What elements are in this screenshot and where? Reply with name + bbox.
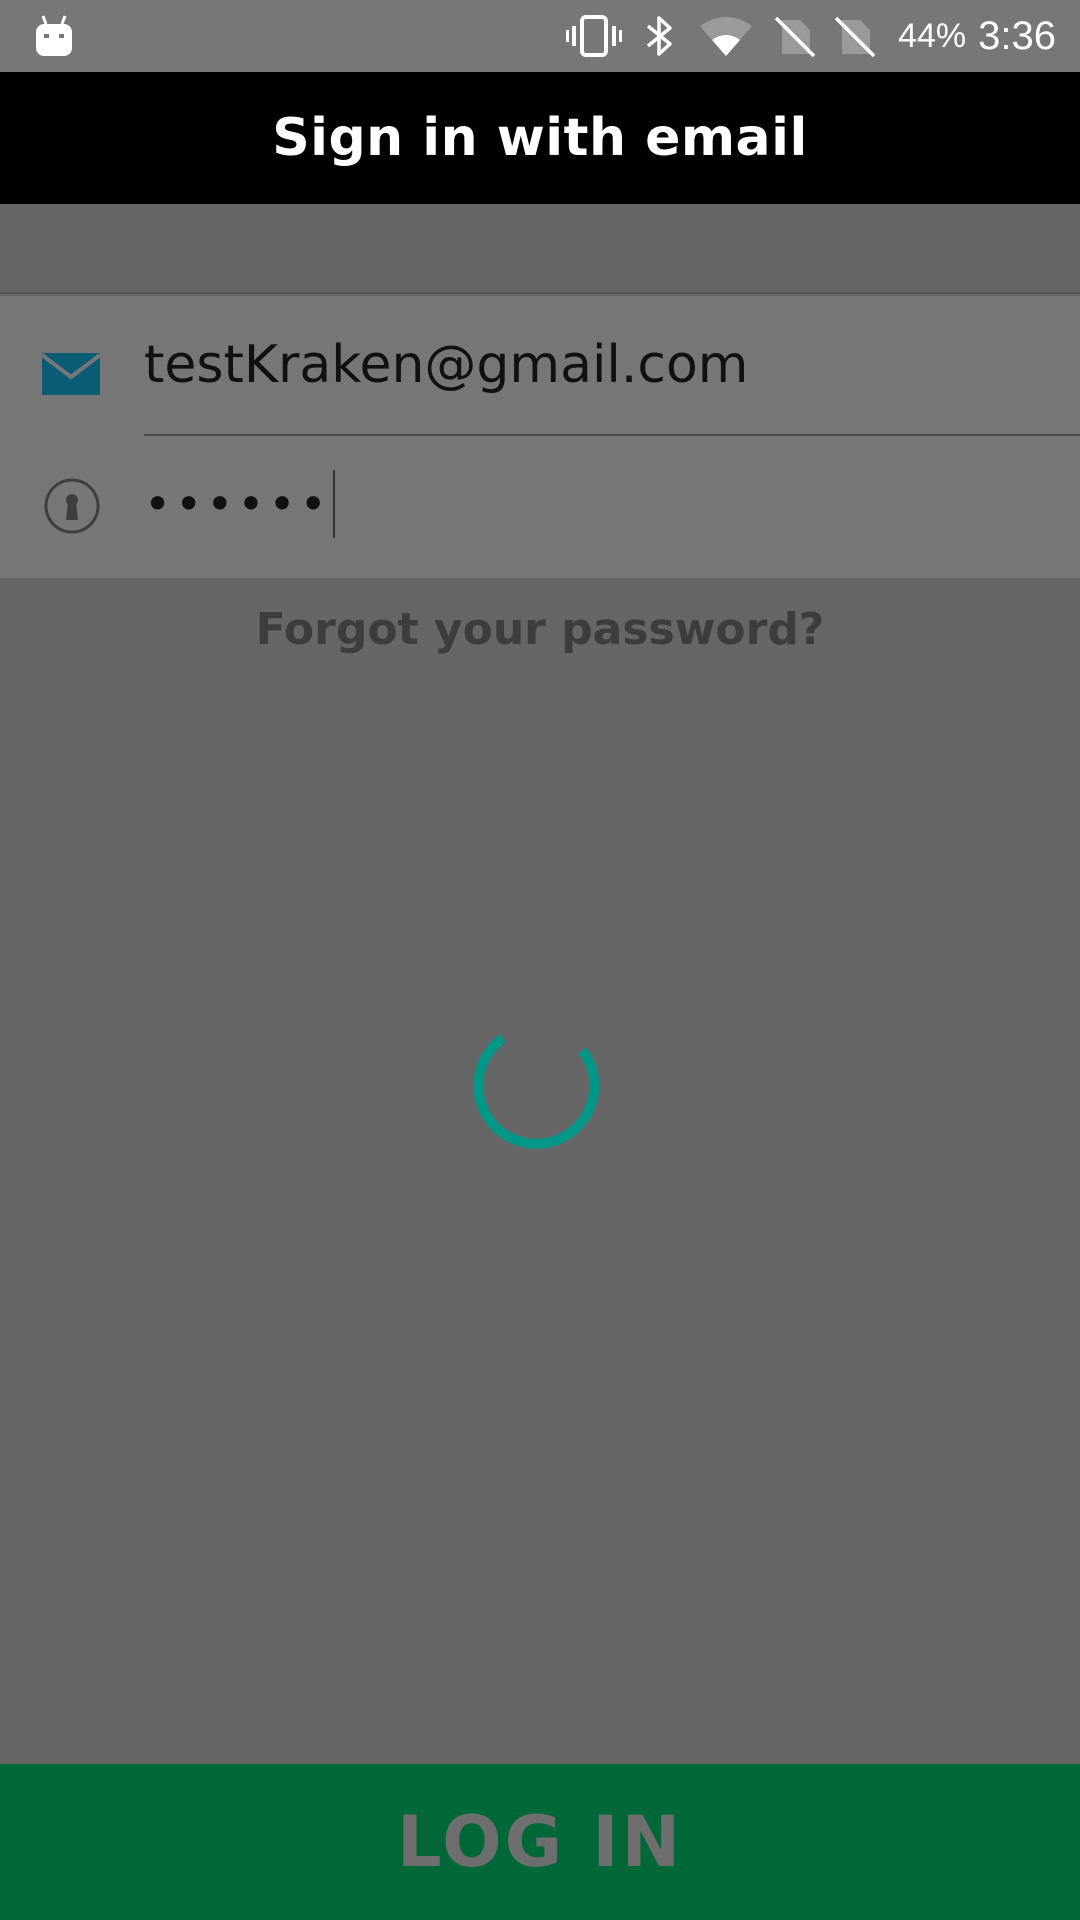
no-sim-icon [774,16,816,58]
email-field[interactable] [144,296,1080,436]
status-icons: 44% 3:36 [566,0,1056,72]
loading-spinner-icon [473,1034,600,1149]
status-bar: 44% 3:36 [0,0,1080,72]
app-bar: Sign in with email [0,72,1080,204]
text-cursor [332,470,335,538]
password-row: •••••• [0,436,1080,576]
android-debug-icon [36,15,72,56]
bluetooth-icon [646,16,672,56]
password-value: •••••• [144,477,331,531]
header-spacer [0,204,1080,294]
clock: 3:36 [978,13,1056,58]
forgot-password-link[interactable]: Forgot your password? [0,604,1080,655]
vibrate-icon [566,15,623,57]
page-title: Sign in with email [272,108,808,168]
login-button[interactable]: LOG IN [0,1764,1080,1920]
envelope-icon [40,353,102,395]
wifi-icon [700,17,753,56]
password-field[interactable]: •••••• [144,470,335,538]
battery-percentage: 44% [898,16,967,55]
lock-keyhole-icon [44,478,100,534]
email-row [0,296,1080,436]
no-sim-icon [834,16,876,58]
login-form: •••••• [0,296,1080,578]
